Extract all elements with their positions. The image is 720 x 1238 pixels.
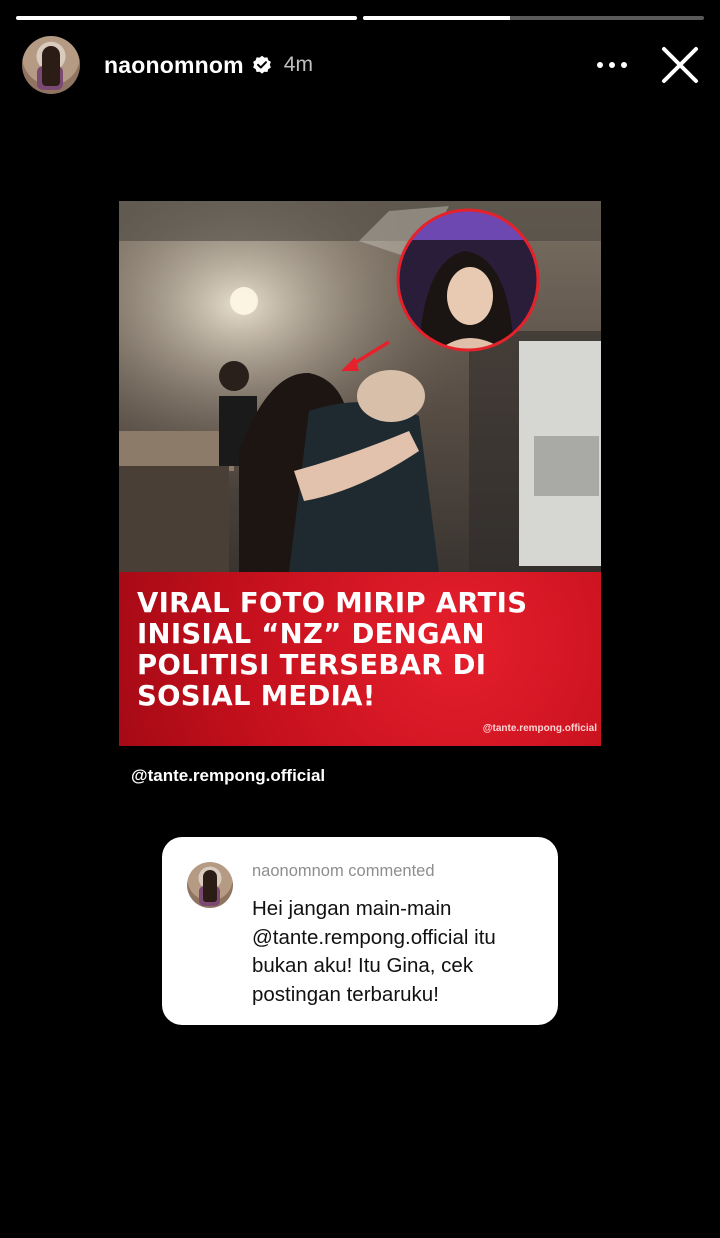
more-options-icon[interactable] (592, 45, 632, 85)
post-time: 4m (283, 53, 313, 76)
verified-badge-icon (252, 55, 271, 74)
headline-line: POLITISI TERSEBAR DI (137, 649, 487, 681)
comment-line: Hei jangan main-main (252, 897, 452, 920)
story-progress-bar (16, 16, 704, 20)
comment-avatar (187, 862, 233, 908)
post-author-mention[interactable]: @tante.rempong.official (131, 766, 325, 786)
progress-fill-2 (363, 16, 510, 20)
story-header: naonomnom 4m (22, 36, 702, 94)
comment-text: Hei jangan main-main @tante.rempong.offi… (252, 895, 542, 1009)
comment-header: naonomnom commented (252, 862, 435, 880)
headline-banner: VIRAL FOTO MIRIP ARTIS INISIAL “NZ” DENG… (119, 572, 601, 746)
progress-segment-2 (363, 16, 704, 20)
headline-line: VIRAL FOTO MIRIP ARTIS (137, 587, 528, 619)
progress-segment-1 (16, 16, 357, 20)
avatar[interactable] (22, 36, 80, 94)
progress-fill-1 (16, 16, 357, 20)
comment-line: postingan terbaruku! (252, 982, 439, 1006)
comment-line: @tante.rempong.official itu (252, 925, 496, 949)
comment-card[interactable]: naonomnom commented Hei jangan main-main… (162, 837, 558, 1025)
comment-line: bukan aku! Itu Gina, cek (252, 954, 474, 977)
username[interactable]: naonomnom (104, 52, 244, 79)
post-photo (119, 201, 601, 572)
headline-line: INISIAL “NZ” DENGAN (137, 618, 485, 650)
close-icon[interactable] (658, 43, 702, 87)
shared-post[interactable]: VIRAL FOTO MIRIP ARTIS INISIAL “NZ” DENG… (119, 201, 601, 746)
post-watermark: @tante.rempong.official (482, 723, 597, 734)
post-headline: VIRAL FOTO MIRIP ARTIS INISIAL “NZ” DENG… (137, 588, 587, 712)
headline-line: SOSIAL MEDIA! (137, 680, 376, 712)
